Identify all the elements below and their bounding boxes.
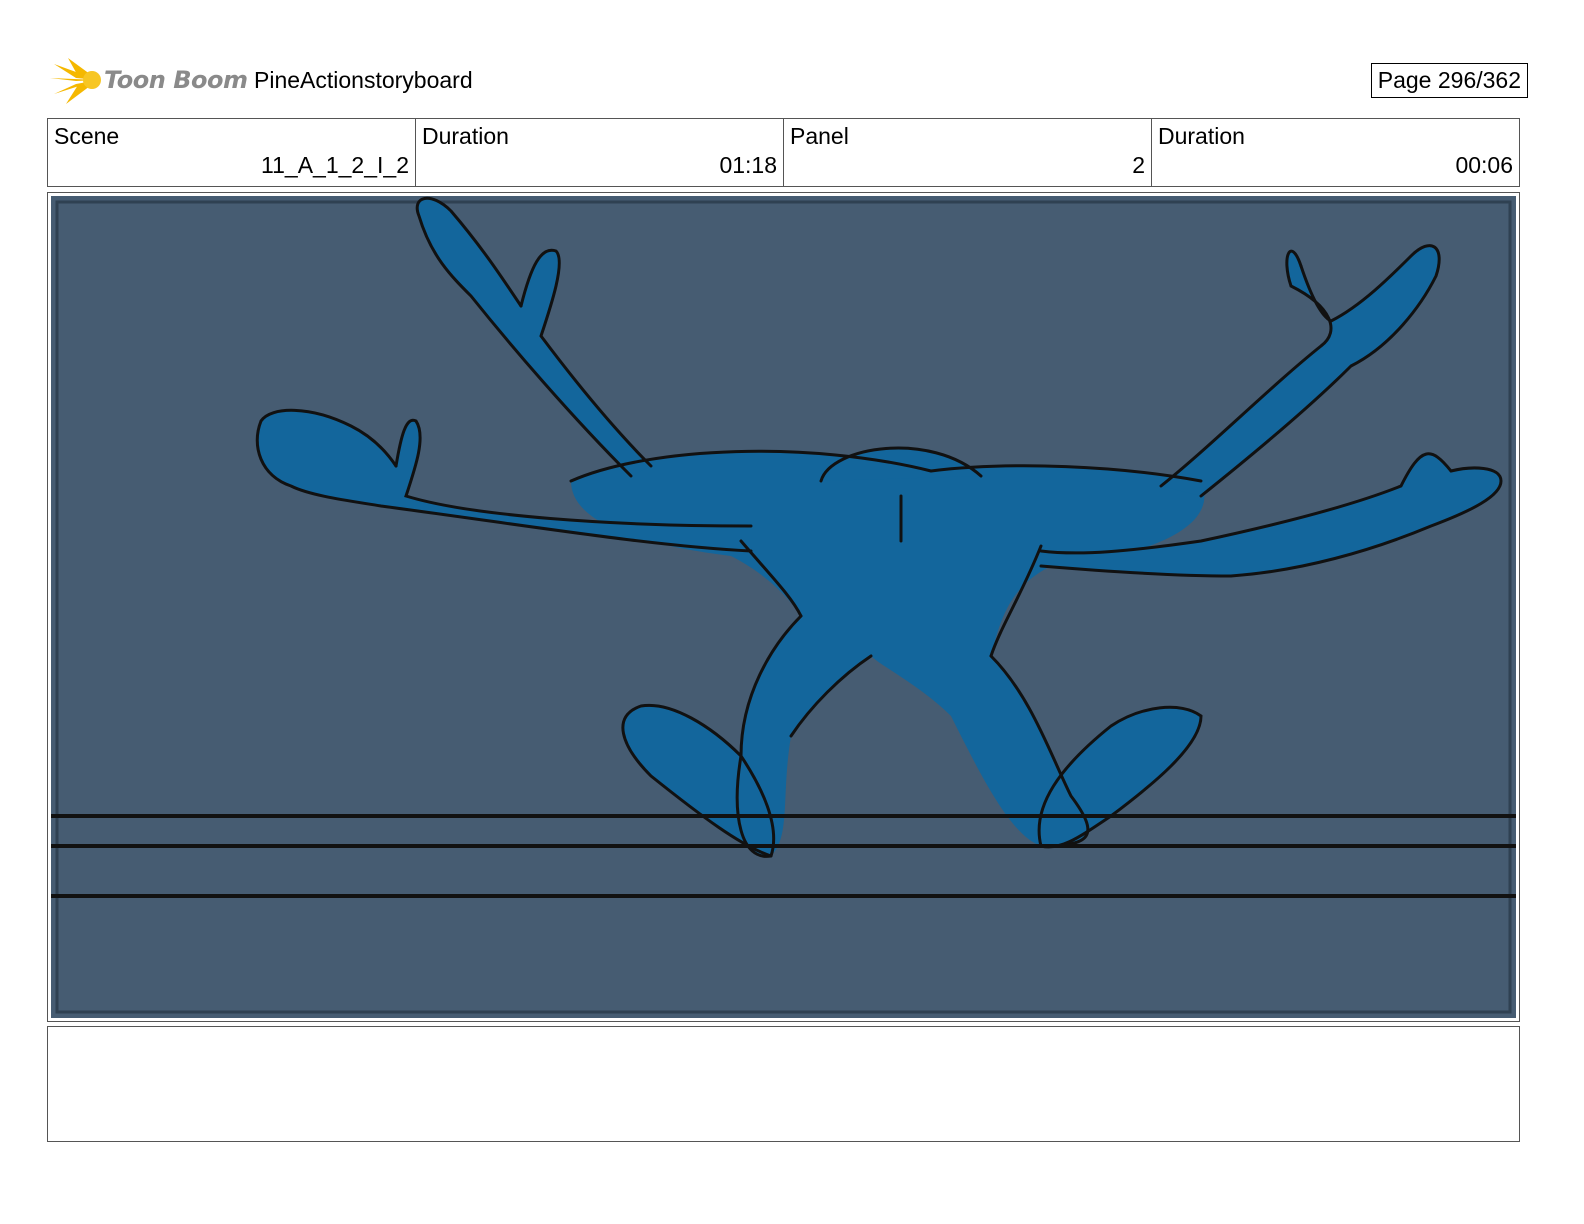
scene-info-table: Scene 11_A_1_2_I_2 Duration 01:18 Panel … [47, 118, 1520, 187]
project-title: PineActionstoryboard [254, 67, 473, 93]
scene-cell: Scene 11_A_1_2_I_2 [48, 119, 416, 186]
page-number: Page 296/362 [1370, 63, 1528, 98]
scene-duration-label: Duration [422, 123, 509, 149]
panel-drawing [51, 196, 1516, 1018]
starburst-icon [50, 58, 101, 104]
storyboard-panel [47, 192, 1520, 1022]
panel-label: Panel [790, 123, 849, 149]
scene-value: 11_A_1_2_I_2 [261, 152, 409, 178]
panel-cell: Panel 2 [784, 119, 1152, 186]
panel-duration-label: Duration [1158, 123, 1245, 149]
scene-duration-cell: Duration 01:18 [416, 119, 784, 186]
panel-notes-box [47, 1026, 1520, 1142]
logo-text: Toon Boom [104, 66, 248, 94]
panel-duration-value: 00:06 [1455, 152, 1513, 178]
toon-boom-logo: Toon Boom [48, 52, 248, 108]
panel-duration-cell: Duration 00:06 [1152, 119, 1519, 186]
scene-label: Scene [54, 123, 120, 149]
panel-value: 2 [1132, 152, 1145, 178]
page-header: Toon Boom PineActionstoryboard Page 296/… [48, 52, 1538, 108]
scene-duration-value: 01:18 [719, 152, 777, 178]
